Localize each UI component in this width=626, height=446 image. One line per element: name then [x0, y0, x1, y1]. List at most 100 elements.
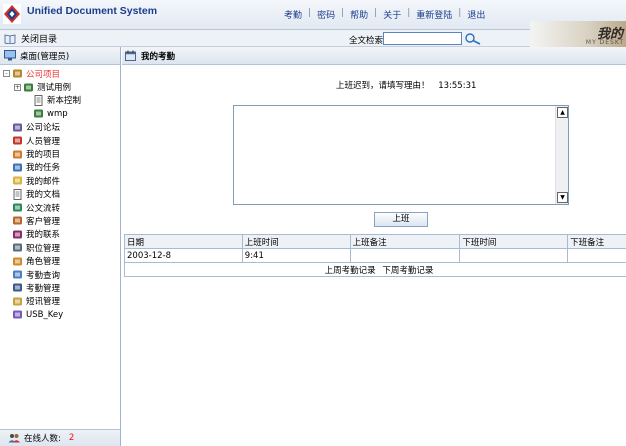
nav-separator: | — [308, 8, 312, 18]
sidebar-item-label: 我的文档 — [26, 190, 61, 201]
banner-subtext: MY DESKT — [585, 39, 624, 46]
workflow-icon — [13, 203, 22, 212]
document-icon — [13, 188, 22, 200]
expand-icon[interactable]: + — [14, 83, 21, 91]
message-icon — [13, 297, 22, 306]
task-icon — [13, 163, 22, 172]
sidebar-item-label: 公司论坛 — [26, 123, 61, 134]
week-nav-cell: 上周考勤记录 下周考勤记录 — [124, 262, 626, 277]
sidebar-item-label: 我的邮件 — [26, 176, 61, 187]
person-icon — [13, 136, 22, 145]
sidebar-item[interactable]: 公司论坛 — [0, 121, 120, 134]
sidebar-item[interactable]: 人员管理 — [0, 134, 120, 147]
forum-icon — [13, 123, 22, 132]
sidebar-item-label: 职位管理 — [26, 243, 61, 254]
app-title: Unified Document System — [27, 5, 158, 17]
navigation-tree: - 公司项目 + 测试用例新本控制 wmp 公司论坛 人员管理我的项目我的任务我的邮件我的文… — [0, 65, 120, 321]
sidebar-item[interactable]: 客户管理 — [0, 214, 120, 227]
scroll-down-icon[interactable]: ▼ — [557, 192, 568, 203]
search-label: 全文检索 — [349, 36, 384, 46]
sidebar-title: 桌面(管理员) — [20, 51, 70, 62]
sidebar-item-label: 公文流转 — [26, 203, 61, 214]
users-icon — [8, 434, 20, 443]
reason-scrollbar[interactable]: ▲ ▼ — [555, 106, 568, 204]
sidebar-item-label: 公司项目 — [26, 69, 61, 80]
table-cell — [349, 248, 461, 263]
folder-books-icon — [13, 69, 22, 78]
late-message: 上班迟到，请填写理由！ — [336, 81, 430, 91]
top-nav: 考勤 | 密码 | 帮助 | 关于 | 重新登陆 | 退出 — [284, 8, 485, 21]
nav-attendance-link[interactable]: 考勤 — [284, 8, 302, 21]
sidebar-item[interactable]: 职位管理 — [0, 241, 120, 254]
sidebar-item[interactable]: 我的联系 — [0, 228, 120, 241]
online-users: 在线人数: 2 — [0, 429, 120, 446]
sidebar-item[interactable]: 我的项目 — [0, 147, 120, 160]
sidebar-header: 桌面(管理员) — [0, 47, 120, 65]
nav-separator: | — [407, 8, 411, 18]
search-input[interactable] — [383, 32, 462, 45]
mail-icon — [13, 176, 22, 185]
table-header-row: 日期 上班时间 上班备注 下班时间 下班备注 — [124, 234, 626, 249]
sidebar-item[interactable]: 考勤管理 — [0, 281, 120, 294]
week-nav-row: 上周考勤记录 下周考勤记录 — [124, 262, 626, 277]
sidebar-item-label: 角色管理 — [26, 257, 61, 268]
search-icon — [13, 270, 22, 279]
position-icon — [13, 243, 22, 252]
sidebar-item[interactable]: + 测试用例 — [0, 80, 120, 93]
nav-password-link[interactable]: 密码 — [317, 8, 335, 21]
nav-about-link[interactable]: 关于 — [383, 8, 401, 21]
sidebar-item[interactable]: 短讯管理 — [0, 295, 120, 308]
column-header: 上班备注 — [349, 234, 461, 249]
collapse-icon[interactable]: - — [3, 70, 10, 78]
column-header: 下班备注 — [567, 234, 626, 249]
online-label: 在线人数: — [24, 434, 61, 444]
late-notice: 上班迟到，请填写理由！ 13:55:31 — [336, 79, 476, 91]
search-go-icon[interactable] — [464, 32, 482, 45]
document-icon — [34, 94, 43, 106]
clock-in-button[interactable]: 上班 — [374, 212, 428, 227]
table-cell: 9:41 — [241, 248, 351, 263]
banner-decoration: 我的 MY DESKT — [530, 21, 626, 47]
table-row: 2003-12-8 9:41 — [124, 248, 626, 263]
nav-separator: | — [341, 8, 345, 18]
book-icon — [4, 34, 16, 44]
panel-header: 我的考勤 — [122, 47, 626, 65]
nav-relogin-link[interactable]: 重新登陆 — [416, 8, 452, 21]
scroll-up-icon[interactable]: ▲ — [557, 107, 568, 118]
sidebar-item[interactable]: USB_Key — [0, 308, 120, 321]
sidebar-item[interactable]: 我的任务 — [0, 161, 120, 174]
prev-week-link[interactable]: 上周考勤记录 — [325, 266, 376, 276]
sidebar-item-label: 我的任务 — [26, 163, 61, 174]
reason-textarea[interactable] — [233, 105, 569, 205]
attendance-table: 日期 上班时间 上班备注 下班时间 下班备注 2003-12-8 9:41 上周… — [124, 234, 626, 277]
books-icon — [34, 109, 43, 118]
main-panel: 我的考勤 上班迟到，请填写理由！ 13:55:31 ▲ ▼ 上班 日期 上班时间… — [122, 47, 626, 446]
nav-logout-link[interactable]: 退出 — [467, 8, 485, 21]
desktop-icon — [4, 50, 16, 61]
sidebar-item-label: 我的项目 — [26, 150, 61, 161]
sidebar-item[interactable]: 我的文档 — [0, 188, 120, 201]
nav-separator: | — [374, 8, 378, 18]
column-header: 上班时间 — [241, 234, 351, 249]
sidebar-item[interactable]: 角色管理 — [0, 254, 120, 267]
panel-title: 我的考勤 — [141, 51, 176, 62]
sidebar-item[interactable]: 公文流转 — [0, 201, 120, 214]
nav-help-link[interactable]: 帮助 — [350, 8, 368, 21]
sidebar-item-label: 新本控制 — [47, 96, 82, 107]
next-week-link[interactable]: 下周考勤记录 — [382, 266, 433, 276]
late-time: 13:55:31 — [438, 81, 477, 91]
close-directory-button[interactable]: 关闭目录 — [4, 32, 57, 45]
sidebar: 桌面(管理员) - 公司项目 + 测试用例新本控制 wmp 公司论坛 人员管理我的项目我的任… — [0, 47, 121, 446]
sidebar-item[interactable]: wmp — [0, 107, 120, 120]
column-header: 日期 — [124, 234, 243, 249]
app-logo-icon — [3, 4, 21, 24]
customers-icon — [13, 216, 22, 225]
sidebar-item[interactable]: 新本控制 — [0, 94, 120, 107]
sidebar-item-label: 考勤管理 — [26, 283, 61, 294]
sidebar-item[interactable]: 考勤查询 — [0, 268, 120, 281]
sidebar-item[interactable]: - 公司项目 — [0, 67, 120, 80]
books-icon — [24, 83, 33, 92]
table-cell — [567, 248, 626, 263]
sidebar-item[interactable]: 我的邮件 — [0, 174, 120, 187]
sidebar-item-label: 客户管理 — [26, 216, 61, 227]
